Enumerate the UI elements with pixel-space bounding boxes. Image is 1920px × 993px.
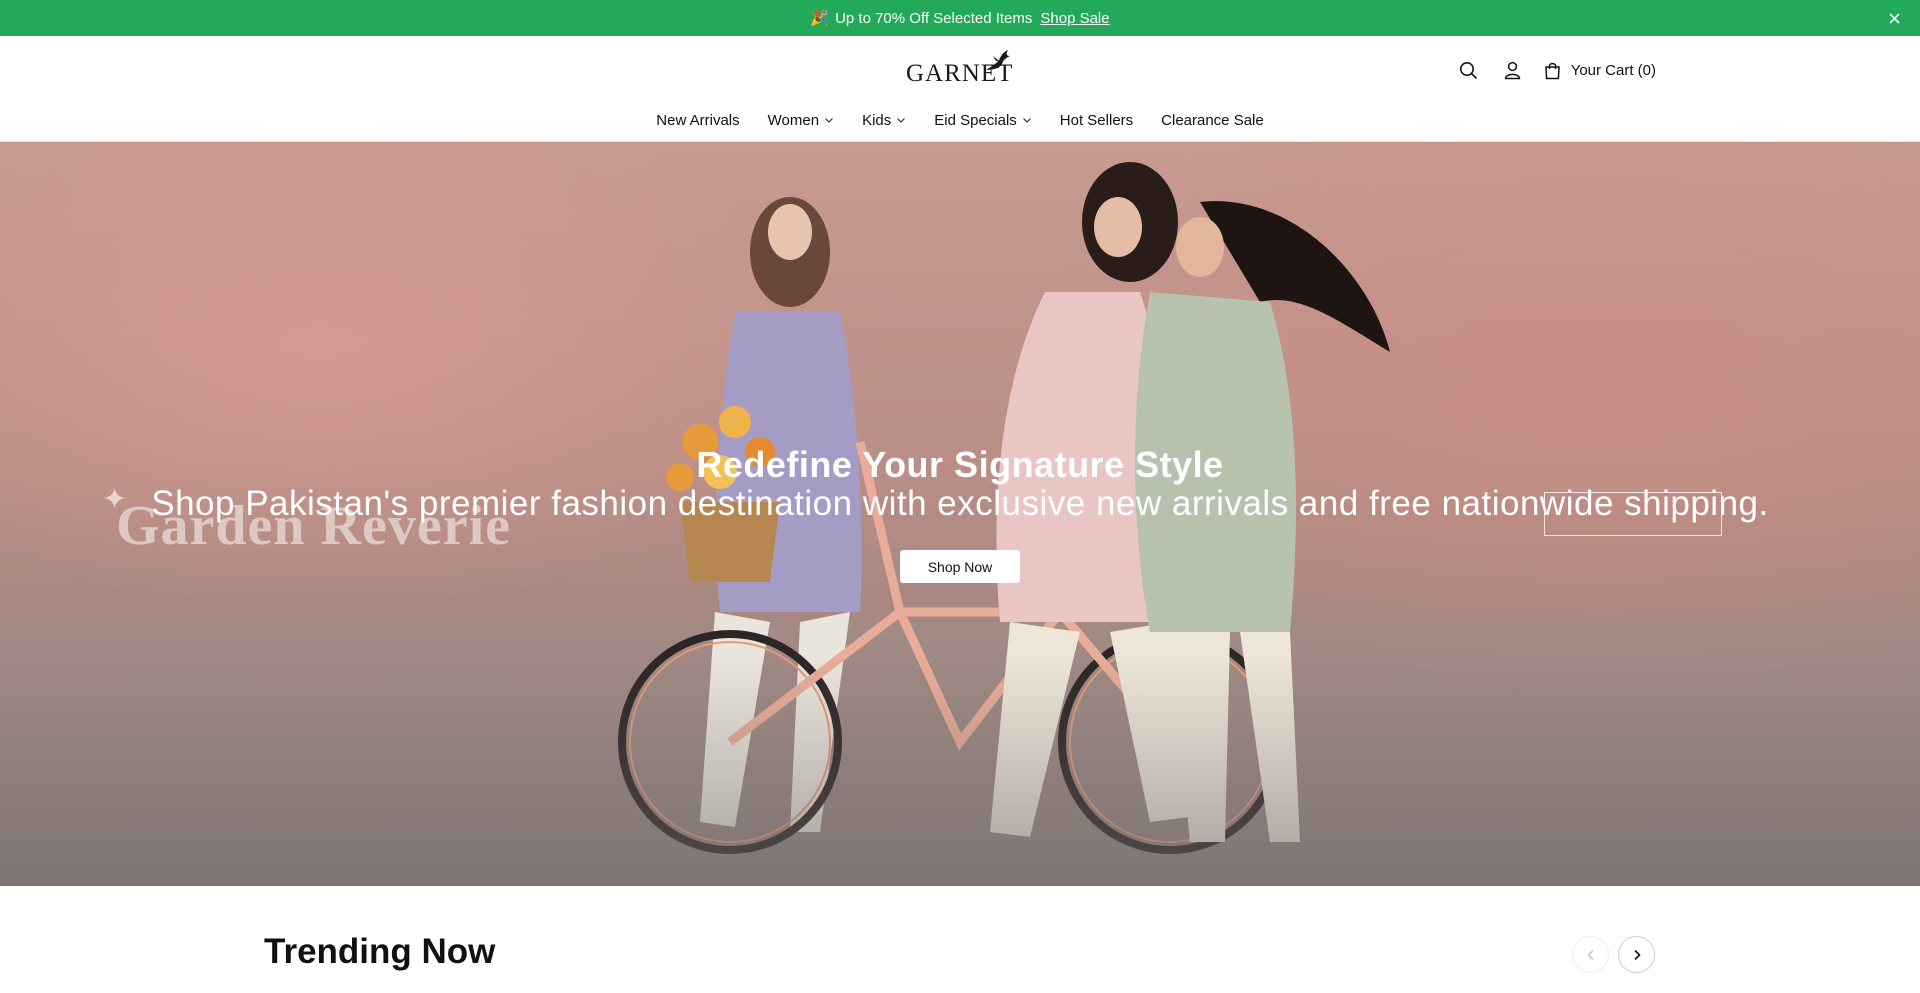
chevron-right-icon [1633, 949, 1641, 960]
shop-sale-link[interactable]: Shop Sale [1040, 10, 1109, 27]
site-header: GARNET Your Cart (0) New Arrivals Women [0, 36, 1920, 142]
cart-button[interactable]: Your Cart (0) [1541, 58, 1656, 82]
nav-item-kids[interactable]: Kids [862, 110, 906, 130]
nav-item-eid-specials[interactable]: Eid Specials [934, 110, 1032, 130]
search-icon[interactable] [1457, 58, 1481, 82]
account-icon[interactable] [1501, 58, 1525, 82]
section-title-trending: Trending Now [264, 932, 496, 971]
hero-banner: ✦ Garden Reverie Redefine Your Signature… [0, 142, 1920, 886]
hero-heading: Redefine Your Signature Style [696, 444, 1224, 485]
carousel-prev-button[interactable] [1572, 936, 1609, 973]
nav-item-hot-sellers[interactable]: Hot Sellers [1060, 110, 1133, 130]
header-icons: Your Cart (0) [1457, 56, 1656, 84]
carousel-next-button[interactable] [1618, 936, 1655, 973]
nav-item-label: Clearance Sale [1161, 111, 1264, 129]
nav-item-label: Kids [862, 111, 892, 129]
shop-now-button[interactable]: Shop Now [900, 550, 1020, 583]
chevron-left-icon [1586, 949, 1594, 960]
main-navigation: New Arrivals Women Kids Eid Specials Hot… [0, 110, 1920, 130]
hero-outline-box [1544, 492, 1722, 536]
cart-bag-icon [1541, 58, 1565, 82]
chevron-down-icon [824, 115, 834, 125]
nav-item-label: Hot Sellers [1059, 111, 1134, 129]
logo[interactable]: GARNET [906, 48, 1016, 90]
chevron-down-icon [1022, 115, 1032, 125]
nav-item-label: New Arrivals [656, 111, 740, 129]
nav-item-label: Women [767, 111, 820, 129]
nav-item-label: Eid Specials [934, 111, 1017, 129]
nav-item-new-arrivals[interactable]: New Arrivals [656, 110, 739, 130]
announcement-text: Up to 70% Off Selected Items [835, 9, 1033, 27]
announcement-bar: 🎉 Up to 70% Off Selected Items Shop Sale [0, 0, 1920, 36]
bird-icon [986, 50, 1010, 70]
nav-item-clearance-sale[interactable]: Clearance Sale [1161, 110, 1264, 130]
close-icon[interactable] [1884, 8, 1904, 28]
nav-item-women[interactable]: Women [768, 110, 834, 130]
cart-label: Your Cart (0) [1570, 61, 1656, 79]
party-emoji: 🎉 [810, 10, 830, 27]
chevron-down-icon [896, 115, 906, 125]
